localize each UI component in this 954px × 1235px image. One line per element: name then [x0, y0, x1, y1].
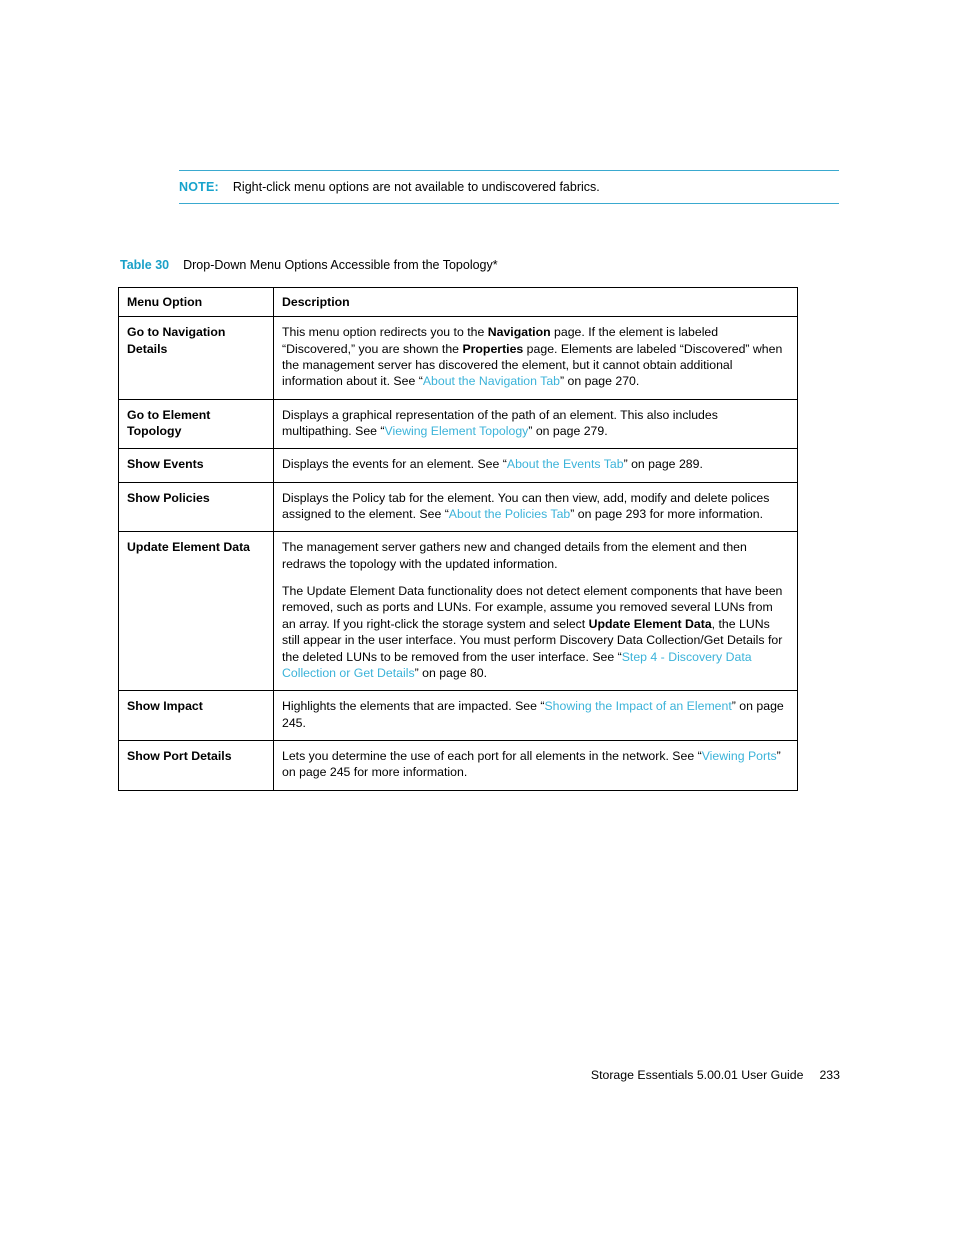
description-paragraph: This menu option redirects you to the Na… — [282, 324, 789, 389]
emphasis-text: Navigation — [487, 325, 551, 340]
description-cell: Highlights the elements that are impacte… — [273, 690, 798, 741]
description-cell: Displays a graphical representation of t… — [273, 398, 798, 450]
description-cell: The management server gathers new and ch… — [273, 531, 798, 692]
table-caption-text: Drop-Down Menu Options Accessible from t… — [183, 258, 498, 272]
description-cell: Displays the events for an element. See … — [273, 448, 798, 483]
emphasis-text: Update Element Data — [588, 616, 712, 631]
description-paragraph: Displays the events for an element. See … — [282, 456, 789, 472]
table-row: Show Impact Highlights the elements that … — [118, 690, 798, 741]
body-text: This menu option redirects you to the — [282, 325, 488, 340]
cross-reference-link[interactable]: About the Navigation Tab — [423, 374, 560, 388]
cross-reference-link[interactable]: Showing the Impact of an Element — [544, 699, 731, 713]
menu-options-table: Menu Option Description Go to Navigation… — [118, 286, 798, 791]
note-text: Right-click menu options are not availab… — [232, 180, 600, 194]
menu-option-cell: Show Events — [118, 448, 274, 483]
description-paragraph: The management server gathers new and ch… — [282, 539, 789, 572]
column-header-description: Description — [273, 286, 798, 318]
description-cell: This menu option redirects you to the Na… — [273, 316, 798, 400]
menu-option-cell: Go to Navigation Details — [118, 316, 274, 400]
description-paragraph: The Update Element Data functionality do… — [282, 583, 789, 681]
menu-option-cell: Go to Element Topology — [118, 398, 274, 450]
menu-option-cell: Show Impact — [118, 690, 274, 741]
description-cell: Lets you determine the use of each port … — [273, 739, 798, 791]
cross-reference-link[interactable]: Viewing Element Topology — [385, 424, 529, 438]
description-paragraph: Highlights the elements that are impacte… — [282, 698, 789, 731]
body-text: ” on page 293 for more information. — [570, 507, 764, 522]
table-header-row: Menu Option Description — [118, 286, 798, 318]
table-row: Show Events Displays the events for an el… — [118, 448, 798, 483]
footer-page-number: 233 — [819, 1068, 840, 1082]
table-caption: Table 30 Drop-Down Menu Options Accessibl… — [120, 258, 498, 272]
page-footer: Storage Essentials 5.00.01 User Guide 233 — [0, 1068, 954, 1082]
emphasis-text: Properties — [462, 341, 524, 356]
body-text: ” on page 289. — [623, 457, 703, 472]
description-cell: Displays the Policy tab for the element.… — [273, 481, 798, 533]
description-paragraph: Displays a graphical representation of t… — [282, 407, 789, 440]
cross-reference-link[interactable]: About the Events Tab — [507, 457, 624, 471]
note-label: NOTE: — [179, 180, 219, 194]
body-text: ” on page 80. — [414, 665, 488, 680]
body-text: Lets you determine the use of each port … — [282, 748, 702, 763]
cross-reference-link[interactable]: Viewing Ports — [702, 749, 777, 763]
note-body: NOTE: Right-click menu options are not av… — [179, 171, 839, 203]
table-row: Go to Navigation Details This menu option… — [118, 316, 798, 400]
body-text: ” on page 270. — [560, 374, 640, 389]
table-caption-number: Table 30 — [120, 258, 170, 272]
body-text: Displays the events for an element. See … — [282, 457, 507, 472]
cross-reference-link[interactable]: About the Policies Tab — [449, 507, 570, 521]
table-row: Go to Element Topology Displays a graphic… — [118, 398, 798, 450]
table-row: Show Port Details Lets you determine the … — [118, 739, 798, 791]
table-row: Update Element Data The management server… — [118, 531, 798, 692]
table-row: Show Policies Displays the Policy tab for… — [118, 481, 798, 533]
body-text: The management server gathers new and ch… — [282, 540, 747, 571]
menu-option-cell: Update Element Data — [118, 531, 274, 692]
menu-option-cell: Show Port Details — [118, 739, 274, 791]
note-callout: NOTE: Right-click menu options are not av… — [179, 170, 839, 205]
document-page: NOTE: Right-click menu options are not av… — [0, 0, 954, 1235]
column-header-menu-option: Menu Option — [118, 286, 274, 318]
menu-option-cell: Show Policies — [118, 481, 274, 533]
body-text: Highlights the elements that are impacte… — [282, 699, 545, 714]
description-paragraph: Displays the Policy tab for the element.… — [282, 490, 789, 523]
footer-title: Storage Essentials 5.00.01 User Guide — [590, 1068, 804, 1082]
description-paragraph: Lets you determine the use of each port … — [282, 748, 789, 781]
table-body: Go to Navigation Details This menu option… — [118, 316, 798, 791]
body-text: ” on page 279. — [528, 424, 608, 439]
note-bottom-rule — [179, 203, 839, 205]
